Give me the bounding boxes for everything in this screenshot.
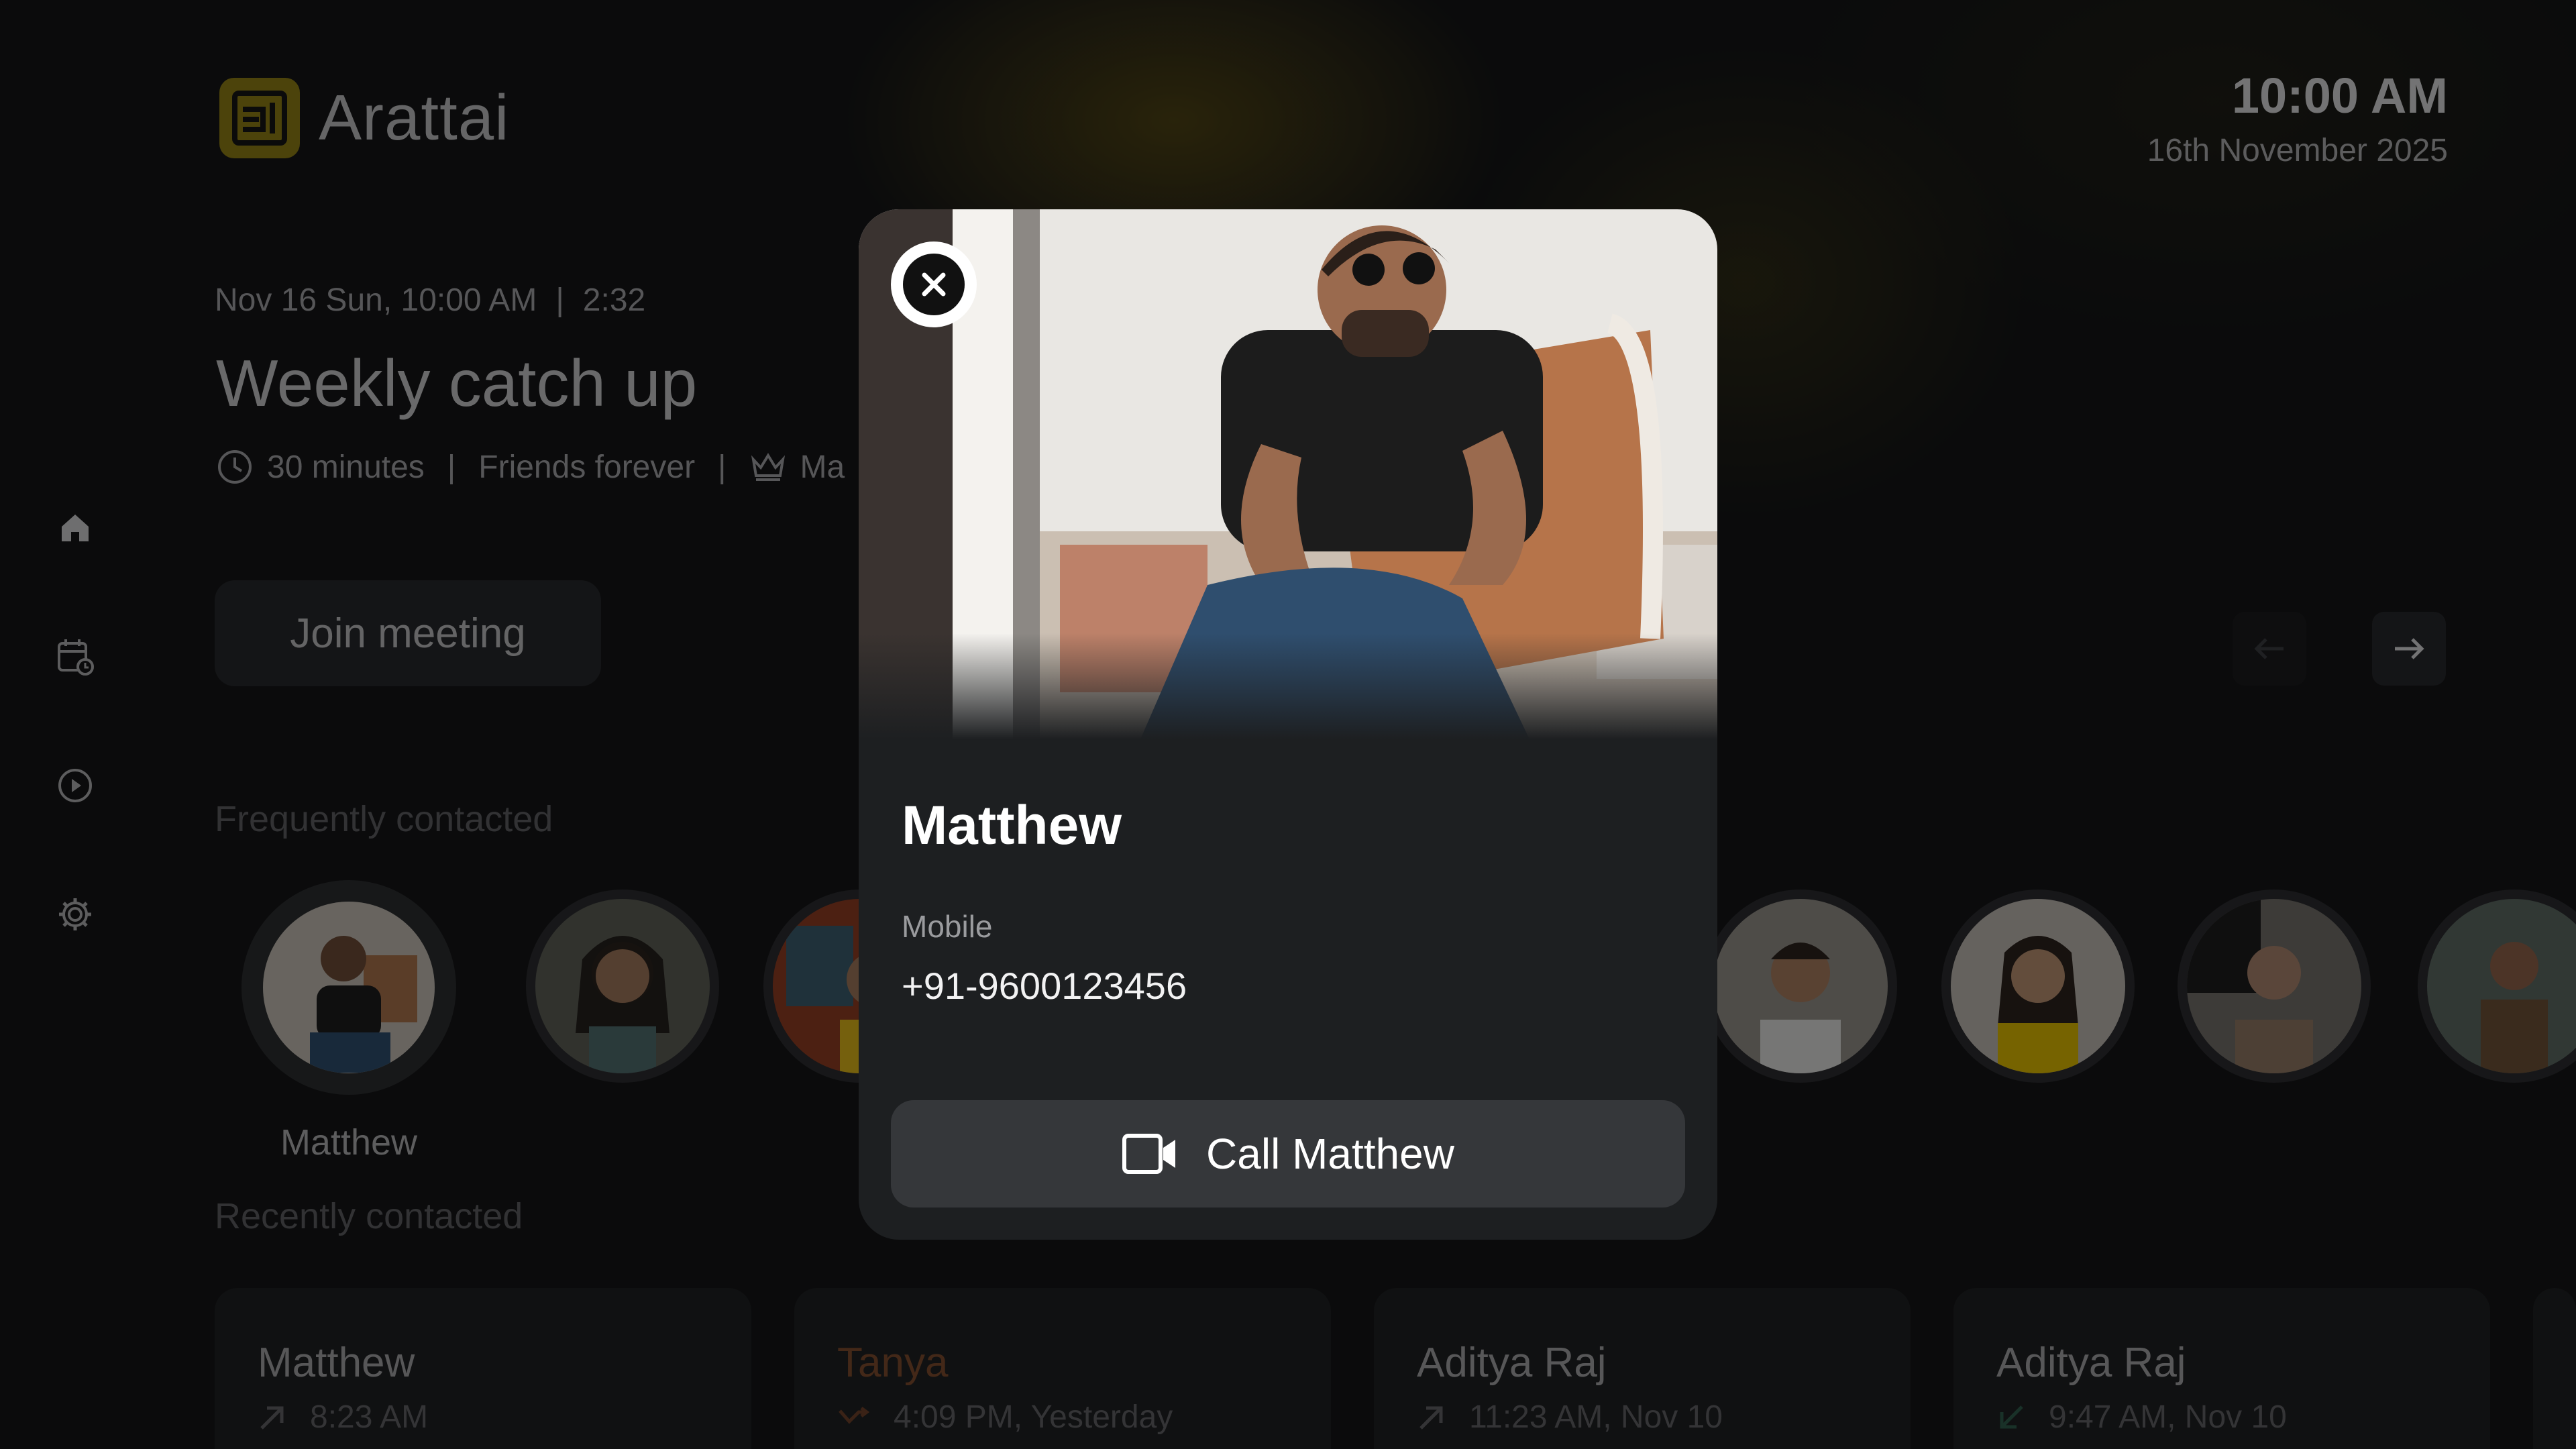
close-icon xyxy=(903,254,965,315)
video-camera-icon xyxy=(1122,1134,1176,1174)
contact-name: Matthew xyxy=(902,795,1122,856)
contact-details-modal: Matthew Mobile +91-9600123456 Call Matth… xyxy=(859,209,1717,1240)
close-button[interactable] xyxy=(891,241,977,327)
contact-photo xyxy=(859,209,1717,739)
call-contact-button[interactable]: Call Matthew xyxy=(891,1100,1685,1208)
call-button-label: Call Matthew xyxy=(1206,1130,1454,1178)
phone-number: +91-9600123456 xyxy=(902,965,1187,1007)
phone-label: Mobile xyxy=(902,909,993,944)
